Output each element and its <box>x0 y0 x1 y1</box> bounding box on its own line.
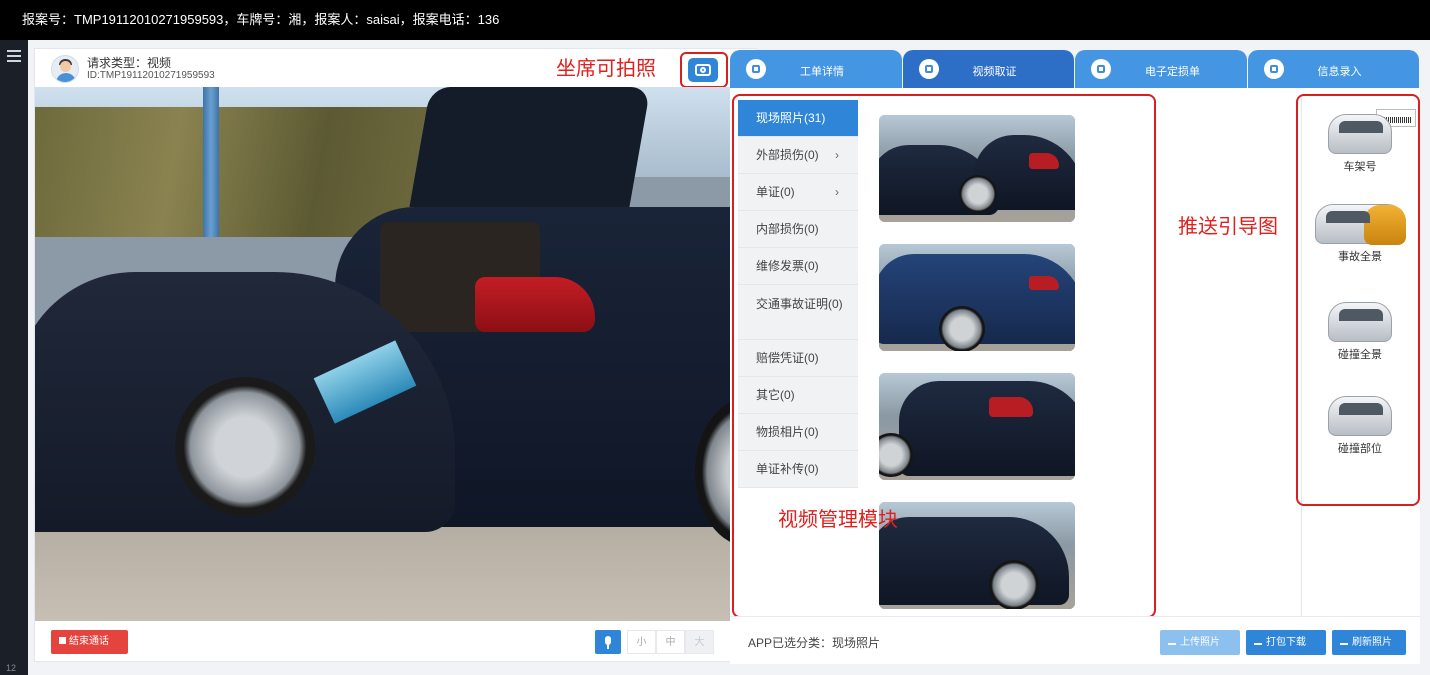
camera-lens-icon <box>700 67 706 73</box>
car-front-icon <box>1328 114 1392 154</box>
car-icon <box>1091 59 1111 79</box>
guide-label: 碰撞全景 <box>1338 349 1382 361</box>
annotation-camera-capture: 坐席可拍照 <box>556 58 656 80</box>
two-cars-icon <box>1315 204 1406 245</box>
tab-label: 信息录入 <box>1317 66 1362 78</box>
refresh-label: 刷新照片 <box>1352 637 1392 648</box>
main-content: 请求类型：视频 ID:TMP19112010271959593 坐席可拍照 结束… <box>28 40 1430 675</box>
annotation-video-module-frame <box>732 94 1156 618</box>
microphone-button[interactable] <box>595 630 621 654</box>
menu-toggle-icon[interactable] <box>7 50 21 62</box>
info-icon <box>746 59 766 79</box>
video-size-selector: 小 中 大 <box>627 630 714 654</box>
guide-label: 车架号 <box>1343 161 1377 173</box>
tab-video-evidence[interactable]: 视频取证 <box>902 50 1074 88</box>
download-label: 打包下载 <box>1266 637 1306 648</box>
request-id: ID:TMP19112010271959593 <box>87 70 215 81</box>
refresh-photos-button[interactable]: 刷新照片 <box>1332 630 1406 655</box>
guide-item-collision-part[interactable]: 碰撞部位 <box>1310 396 1410 456</box>
download-icon <box>1254 637 1262 645</box>
tab-label: 工单详情 <box>800 66 844 78</box>
size-small-button[interactable]: 小 <box>627 630 656 654</box>
stop-icon <box>59 637 66 644</box>
caller-avatar <box>51 55 79 83</box>
left-sidebar: 12 <box>0 40 28 675</box>
car-side-icon <box>1328 302 1392 342</box>
evidence-panel: 工单详情 视频取证 电子定损单 信息录入 现场照片(31) 外部损伤(0) › 单… <box>730 50 1420 664</box>
microphone-icon <box>605 636 611 645</box>
tab-bar: 工单详情 视频取证 电子定损单 信息录入 <box>730 50 1420 88</box>
request-type: 请求类型：视频 <box>87 56 172 70</box>
guide-item-accident-overview[interactable]: 事故全景 <box>1305 204 1415 264</box>
annotation-guide-frame: 车架号 事故全景 碰撞全景 碰撞部位 <box>1296 94 1420 506</box>
video-call-panel: 请求类型：视频 ID:TMP19112010271959593 坐席可拍照 结束… <box>34 48 757 662</box>
tab-electronic-assessment[interactable]: 电子定损单 <box>1075 50 1247 88</box>
case-info-bar: 报案号：TMP19112010271959593，车牌号：湘，报案人：saisa… <box>0 0 1430 40</box>
refresh-icon <box>1340 637 1348 645</box>
guide-item-collision-overview[interactable]: 碰撞全景 <box>1310 302 1410 362</box>
annotation-push-guide: 推送引导图 <box>1178 216 1278 238</box>
tab-label: 电子定损单 <box>1145 66 1200 78</box>
camera-icon <box>918 59 939 79</box>
end-call-button[interactable]: 结束通话 <box>51 630 128 654</box>
guide-label: 碰撞部位 <box>1338 443 1382 455</box>
tab-label: 视频取证 <box>972 66 1017 78</box>
pack-download-button[interactable]: 打包下载 <box>1246 630 1326 655</box>
size-medium-button[interactable]: 中 <box>656 630 685 654</box>
tab-info-entry[interactable]: 信息录入 <box>1247 50 1419 88</box>
evidence-footer: APP已选分类：现场照片 上传照片 打包下载 刷新照片 <box>730 616 1420 664</box>
car-damage-icon <box>1328 396 1392 436</box>
tab-work-order-details[interactable]: 工单详情 <box>730 50 902 88</box>
page-number: 12 <box>6 663 17 673</box>
upload-photos-button[interactable]: 上传照片 <box>1160 630 1240 655</box>
live-video-stream <box>35 87 756 621</box>
capture-photo-button[interactable] <box>688 58 718 82</box>
guide-item-vin[interactable]: 车架号 <box>1310 109 1416 174</box>
selected-category-text: APP已选分类：现场照片 <box>748 636 881 650</box>
guide-label: 事故全景 <box>1338 251 1382 263</box>
edit-icon <box>1263 59 1284 79</box>
video-footer: 结束通话 小 中 大 <box>35 621 756 661</box>
size-large-button[interactable]: 大 <box>685 630 714 654</box>
upload-label: 上传照片 <box>1180 637 1220 648</box>
video-header: 请求类型：视频 ID:TMP19112010271959593 坐席可拍照 <box>35 49 756 88</box>
annotation-video-module: 视频管理模块 <box>778 509 898 531</box>
upload-icon <box>1168 637 1176 645</box>
end-call-label: 结束通话 <box>69 636 109 647</box>
annotation-camera-frame <box>680 52 728 88</box>
case-info-text: 报案号：TMP19112010271959593，车牌号：湘，报案人：saisa… <box>22 12 500 27</box>
